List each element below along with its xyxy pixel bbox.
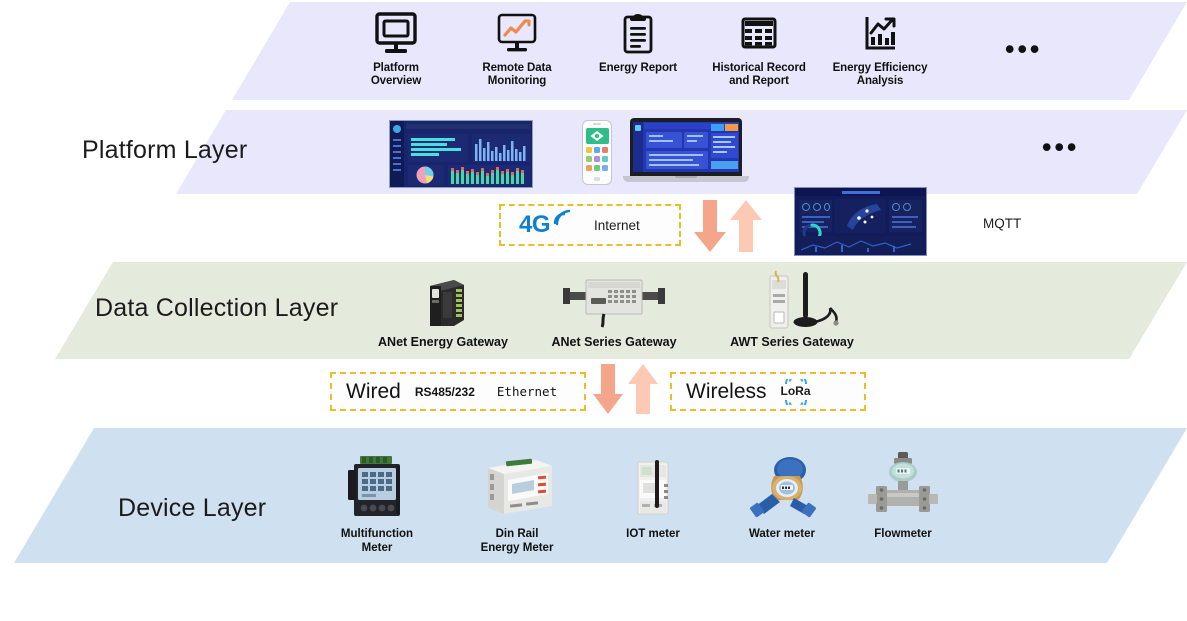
iot-meter-photo xyxy=(578,450,728,524)
upper-down-arrow xyxy=(694,200,726,252)
device-caption-line1: Din Rail xyxy=(495,528,539,540)
bar-chart-arrow-icon xyxy=(814,10,946,58)
device-layer-title: Device Layer xyxy=(118,494,267,522)
data-collection-layer-title: Data Collection Layer xyxy=(95,294,339,322)
device-caption-line1: IOT meter xyxy=(626,528,680,540)
wireless-label: Wireless xyxy=(686,379,767,403)
lora-text: LoRa xyxy=(780,383,811,398)
device-caption-line2: Energy Meter xyxy=(480,541,554,554)
laptop-dashboard-screenshot xyxy=(623,118,749,188)
app-item-historical-record[interactable]: Historical Record and Report xyxy=(693,10,825,88)
app-item-remote-data-monitoring[interactable]: Remote Data Monitoring xyxy=(451,10,583,88)
anet-series-gateway-photo xyxy=(519,270,709,332)
gateway-caption: ANet Series Gateway xyxy=(551,335,677,349)
platform-layer-title: Platform Layer xyxy=(82,136,248,164)
table-icon xyxy=(693,10,825,58)
app-label-line1: Energy Efficiency xyxy=(832,62,928,74)
mqtt-label: MQTT xyxy=(983,216,1022,231)
wireless-connector-box: Wireless LoRa xyxy=(670,372,866,411)
flowmeter-photo xyxy=(828,448,978,524)
device-caption-line1: Multifunction xyxy=(340,528,414,540)
anet-energy-gateway-photo xyxy=(348,270,538,332)
gateway-item-anet-series[interactable]: ANet Series Gateway xyxy=(519,270,709,349)
architecture-diagram: PlatformOverview Remote DataMonitoring xyxy=(0,0,1187,621)
upper-connector-box: 4G Internet xyxy=(499,204,681,246)
device-item-multifunction-meter[interactable]: Multifunction Meter xyxy=(302,446,452,555)
app-label-line1: Platform xyxy=(373,62,419,74)
multifunction-meter-photo xyxy=(302,446,452,524)
app-item-label: Platform Overview xyxy=(330,62,462,88)
upper-up-arrow xyxy=(730,200,762,252)
application-layer-ellipsis: ••• xyxy=(1005,34,1043,64)
gateway-caption: ANet Energy Gateway xyxy=(378,335,508,349)
app-label-line1: Remote Data xyxy=(482,62,552,74)
device-caption: Multifunction Meter xyxy=(302,528,452,555)
ethernet-label: Ethernet xyxy=(496,384,558,399)
app-item-label: Historical Record and Report xyxy=(693,62,825,88)
4g-label: 4G xyxy=(519,211,551,238)
device-caption-line2: Meter xyxy=(361,541,393,554)
large-screen-dashboard-screenshot xyxy=(794,187,927,256)
device-caption: Flowmeter xyxy=(828,528,978,542)
platform-layer-ellipsis: ••• xyxy=(1042,132,1080,162)
device-caption: IOT meter xyxy=(578,528,728,542)
app-label-line2: Monitoring xyxy=(487,75,547,87)
web-dashboard-screenshot xyxy=(389,120,533,188)
din-rail-energy-meter-photo xyxy=(442,446,592,524)
gateway-item-awt-series[interactable]: AWT Series Gateway xyxy=(697,266,887,349)
gateway-item-anet-energy[interactable]: ANet Energy Gateway xyxy=(348,270,538,349)
app-item-label: Energy Report xyxy=(572,62,704,75)
clipboard-icon xyxy=(572,10,704,58)
wired-label: Wired xyxy=(346,379,401,403)
device-item-iot-meter[interactable]: IOT meter xyxy=(578,450,728,542)
lora-logo: LoRa xyxy=(779,378,813,405)
device-caption: Din Rail Energy Meter xyxy=(442,528,592,555)
app-label-line2: Analysis xyxy=(856,75,904,87)
device-caption-line1: Flowmeter xyxy=(874,528,932,540)
monitor-icon xyxy=(330,10,462,58)
application-items-row: PlatformOverview Remote DataMonitoring xyxy=(330,10,1120,96)
awt-series-gateway-photo xyxy=(697,266,887,332)
app-item-energy-efficiency-analysis[interactable]: Energy Efficiency Analysis xyxy=(814,10,946,88)
lower-up-arrow xyxy=(628,364,658,414)
internet-label: Internet xyxy=(594,217,640,233)
app-label-line1: Energy Report xyxy=(599,62,677,74)
app-item-label: Energy Efficiency Analysis xyxy=(814,62,946,88)
wired-connector-box: Wired RS485/232 Ethernet xyxy=(330,372,586,411)
lower-down-arrow xyxy=(593,364,623,414)
device-item-din-rail-energy-meter[interactable]: Din Rail Energy Meter xyxy=(442,446,592,555)
app-label-line1: Historical Record xyxy=(712,62,806,74)
4g-badge: 4G xyxy=(519,209,571,238)
app-label-line2: and Report xyxy=(729,75,789,87)
rs485-label: RS485/232 xyxy=(414,384,475,399)
app-label-line2: Overview xyxy=(370,75,422,87)
app-item-platform-overview[interactable]: Platform Overview xyxy=(330,10,462,88)
signal-waves-icon xyxy=(553,209,571,226)
device-item-flowmeter[interactable]: Flowmeter xyxy=(828,448,978,542)
app-item-label: Remote Data Monitoring xyxy=(451,62,583,88)
mobile-app-screenshot xyxy=(582,120,612,185)
app-item-energy-report[interactable]: Energy Report xyxy=(572,10,704,75)
device-caption-line1: Water meter xyxy=(748,528,816,540)
monitor-chart-icon xyxy=(451,10,583,58)
gateway-caption: AWT Series Gateway xyxy=(730,335,854,349)
